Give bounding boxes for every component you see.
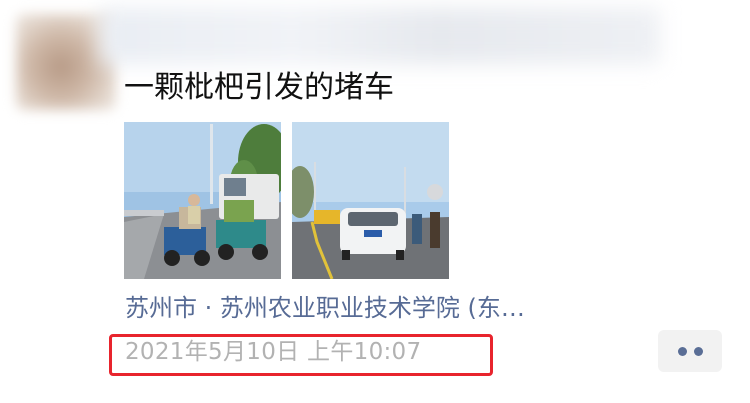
- timestamp-highlight-annotation: [109, 334, 493, 376]
- photo-thumbnail-2[interactable]: [292, 122, 449, 279]
- username-blurred[interactable]: [100, 8, 660, 64]
- photo-1-image: [124, 122, 281, 279]
- location-link[interactable]: 苏州市 · 苏州农业职业技术学院 (东…: [125, 290, 525, 326]
- more-dots-icon: [677, 346, 687, 356]
- more-options-button[interactable]: [658, 330, 722, 372]
- post-text: 一颗枇杷引发的堵车: [124, 70, 394, 105]
- moments-post: 一颗枇杷引发的堵车 苏州市 · 苏州农业职业技术学院 (东… 2021年5月10…: [0, 0, 750, 403]
- photo-2-image: [292, 122, 449, 279]
- photo-thumbnail-1[interactable]: [124, 122, 281, 279]
- more-dots-icon: [693, 346, 703, 356]
